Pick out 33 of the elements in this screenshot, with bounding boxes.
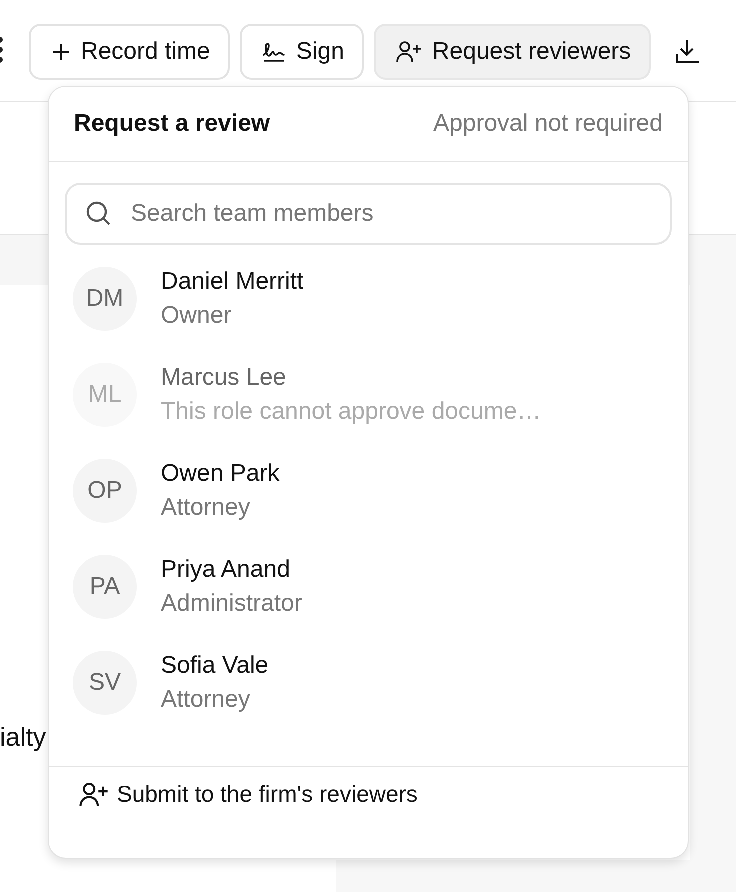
member-name: Daniel Merritt bbox=[161, 268, 304, 296]
member-name: Sofia Vale bbox=[161, 652, 269, 680]
plus-icon bbox=[51, 42, 71, 62]
avatar: PA bbox=[73, 555, 137, 619]
popover-title: Request a review bbox=[74, 110, 270, 138]
document-text: ialty bbox=[0, 722, 46, 753]
search-field[interactable]: Search team members bbox=[65, 183, 672, 245]
member-name: Marcus Lee bbox=[161, 364, 288, 392]
member-name: Owen Park bbox=[161, 460, 280, 488]
member-role: Attorney bbox=[161, 494, 252, 522]
member-role: Owner bbox=[161, 302, 233, 330]
toolbar-button[interactable]: Sign bbox=[240, 24, 364, 80]
search-icon bbox=[85, 200, 113, 228]
avatar: SV bbox=[73, 651, 137, 715]
avatar: DM bbox=[73, 267, 137, 331]
member-role: Administrator bbox=[161, 590, 302, 618]
signature-icon bbox=[262, 40, 286, 62]
approval-note: Approval not required bbox=[434, 110, 663, 138]
member-name: Priya Anand bbox=[161, 556, 292, 584]
toolbar-button[interactable]: Request reviewers bbox=[374, 24, 652, 80]
user-plus-icon bbox=[396, 40, 422, 64]
avatar: OP bbox=[73, 459, 137, 523]
member-role: Attorney bbox=[161, 686, 252, 714]
member-role: This role cannot approve docume… bbox=[161, 398, 542, 426]
member-item[interactable]: PA Priya Anand Administrator bbox=[65, 539, 672, 635]
submit-reviewers-button[interactable]: Submit to the firm's reviewers bbox=[49, 766, 688, 858]
download-icon[interactable] bbox=[675, 38, 700, 64]
member-item[interactable]: SV Sofia Vale Attorney bbox=[65, 635, 672, 731]
dots-icon[interactable] bbox=[0, 36, 6, 64]
avatar: ML bbox=[73, 363, 137, 427]
toolbar-button[interactable]: Record time bbox=[29, 24, 230, 80]
member-item[interactable]: DM Daniel Merritt Owner bbox=[65, 251, 672, 347]
member-item[interactable]: OP Owen Park Attorney bbox=[65, 443, 672, 539]
